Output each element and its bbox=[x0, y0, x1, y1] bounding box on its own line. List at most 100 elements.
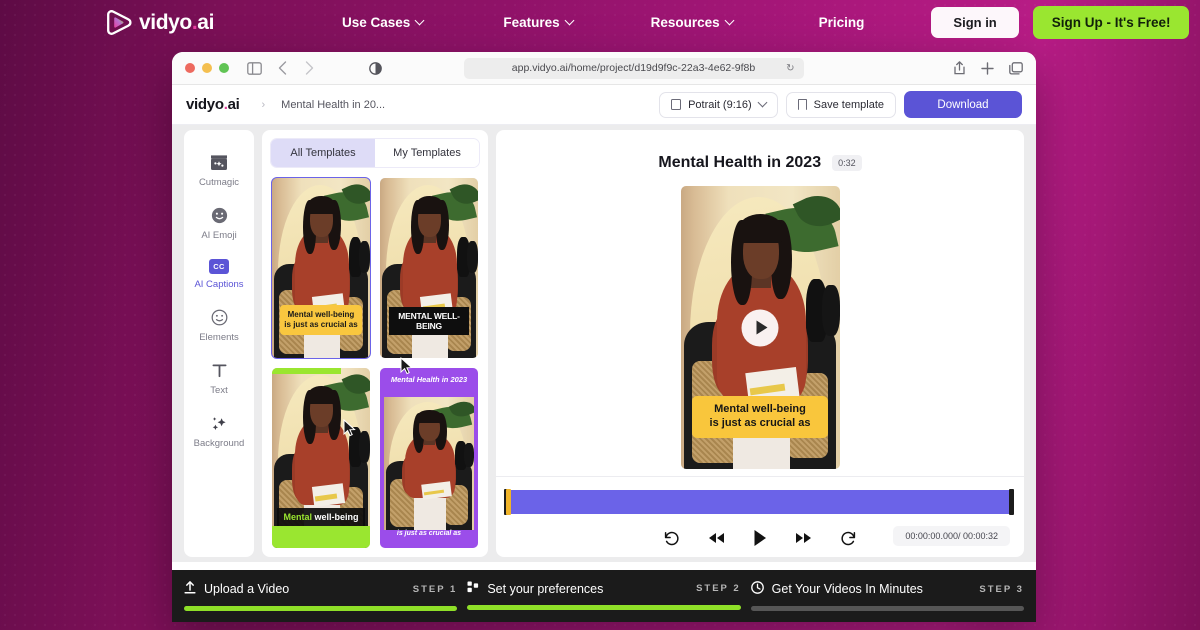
timeline-track[interactable] bbox=[506, 489, 1014, 515]
undo-5s-icon[interactable] bbox=[663, 530, 680, 547]
template-caption-highlight: Mental bbox=[283, 512, 312, 522]
template-card-3[interactable]: Mental well-being bbox=[272, 368, 370, 548]
nav-item-resources[interactable]: Resources bbox=[651, 15, 735, 30]
app-logo[interactable]: vidyo›.ai bbox=[186, 96, 239, 113]
play-button-icon[interactable] bbox=[753, 529, 767, 547]
step-set-your-preferences[interactable]: Set your preferences STEP 2 bbox=[467, 581, 740, 610]
site-top-nav: vidyo..aiai Use Cases Features Resources… bbox=[0, 0, 1200, 45]
tool-label-background: Background bbox=[194, 438, 245, 449]
video-caption: Mental well-being is just as crucial as bbox=[692, 396, 829, 438]
app-header-actions: Potrait (9:16) Save template Download bbox=[659, 91, 1022, 118]
editor-body: Cutmagic AI Emoji CC AI Captions Element… bbox=[172, 125, 1036, 562]
step-2-number: STEP 2 bbox=[696, 583, 741, 594]
aspect-ratio-selector[interactable]: Potrait (9:16) bbox=[659, 92, 778, 118]
save-template-label: Save template bbox=[814, 99, 884, 111]
nav-item-features[interactable]: Features bbox=[503, 15, 574, 30]
play-overlay-button[interactable] bbox=[742, 309, 779, 346]
chevron-down-icon bbox=[566, 17, 575, 26]
steps-progress-bar: Upload a Video STEP 1 Set your preferenc… bbox=[172, 570, 1036, 622]
step-3-progress bbox=[751, 606, 1024, 611]
preview-title-row: Mental Health in 2023 0:32 bbox=[658, 154, 861, 172]
browser-window: app.vidyo.ai/home/project/d19d9f9c-22a3-… bbox=[172, 52, 1036, 622]
play-icon bbox=[756, 321, 767, 335]
new-tab-icon[interactable] bbox=[981, 62, 994, 75]
redo-5s-icon[interactable] bbox=[840, 530, 857, 547]
nav-label-features: Features bbox=[503, 15, 559, 30]
template-card-2[interactable]: MENTAL WELL-BEING bbox=[380, 178, 478, 358]
back-arrow-icon[interactable] bbox=[278, 61, 287, 75]
template-card-1[interactable]: Mental well-being is just as crucial as bbox=[272, 178, 370, 358]
tool-elements[interactable]: Elements bbox=[184, 299, 254, 352]
chevron-down-icon bbox=[757, 98, 767, 108]
tool-label-ai-emoji: AI Emoji bbox=[201, 230, 236, 241]
template-caption: Mental well-being is just as crucial as bbox=[280, 305, 362, 335]
url-bar[interactable]: app.vidyo.ai/home/project/d19d9f9c-22a3-… bbox=[464, 58, 804, 79]
tool-text[interactable]: Text bbox=[184, 352, 254, 405]
share-icon[interactable] bbox=[953, 61, 966, 75]
tab-my-templates[interactable]: My Templates bbox=[375, 139, 479, 167]
nav-item-pricing[interactable]: Pricing bbox=[819, 15, 865, 30]
trim-end-handle[interactable] bbox=[1009, 489, 1014, 515]
close-window-icon[interactable] bbox=[185, 63, 195, 73]
step-1-label: Upload a Video bbox=[204, 582, 289, 596]
site-logo[interactable]: vidyo..aiai bbox=[105, 9, 214, 36]
grid-icon bbox=[467, 581, 479, 596]
site-logo-text: vidyo..aiai bbox=[139, 11, 214, 35]
browser-chrome-bar: app.vidyo.ai/home/project/d19d9f9c-22a3-… bbox=[172, 52, 1036, 85]
template-title: Mental Health in 2023 bbox=[380, 375, 478, 384]
step-get-your-videos[interactable]: Get Your Videos In Minutes STEP 3 bbox=[751, 581, 1024, 611]
url-text: app.vidyo.ai/home/project/d19d9f9c-22a3-… bbox=[512, 62, 755, 74]
rewind-icon[interactable] bbox=[707, 531, 726, 545]
template-bottom-accent-bar bbox=[272, 526, 370, 548]
sign-up-button[interactable]: Sign Up - It's Free! bbox=[1033, 6, 1190, 39]
smiley-outline-icon bbox=[210, 308, 229, 327]
step-1-name: Upload a Video bbox=[184, 581, 289, 597]
reader-contrast-icon[interactable] bbox=[369, 62, 382, 75]
sparkles-icon bbox=[210, 414, 229, 433]
templates-tabs: All Templates My Templates bbox=[270, 138, 480, 168]
playback-controls: 00:00:00.000/ 00:00:32 bbox=[506, 529, 1014, 547]
tool-cutmagic[interactable]: Cutmagic bbox=[184, 144, 254, 197]
window-traffic-lights[interactable] bbox=[185, 63, 229, 73]
breadcrumb-project-name[interactable]: Mental Health in 20... bbox=[281, 99, 385, 111]
tool-background[interactable]: Background bbox=[184, 405, 254, 458]
maximize-window-icon[interactable] bbox=[219, 63, 229, 73]
chevron-down-icon bbox=[416, 17, 425, 26]
clapperboard-icon bbox=[210, 153, 229, 172]
minimize-window-icon[interactable] bbox=[202, 63, 212, 73]
tool-ai-emoji[interactable]: AI Emoji bbox=[184, 197, 254, 250]
text-t-icon bbox=[210, 361, 229, 380]
step-3-name: Get Your Videos In Minutes bbox=[751, 581, 923, 597]
step-upload-a-video[interactable]: Upload a Video STEP 1 bbox=[184, 581, 457, 611]
nav-item-use-cases[interactable]: Use Cases bbox=[342, 15, 425, 30]
duration-badge: 0:32 bbox=[832, 155, 862, 171]
smiley-face-icon bbox=[210, 206, 229, 225]
tab-overview-icon[interactable] bbox=[1009, 62, 1023, 75]
template-card-4[interactable]: Mental Health in 2023 is just as cruc bbox=[380, 368, 478, 548]
timeline-section: 00:00:00.000/ 00:00:32 bbox=[496, 476, 1024, 557]
nav-label-resources: Resources bbox=[651, 15, 720, 30]
download-button[interactable]: Download bbox=[904, 91, 1022, 118]
video-preview[interactable]: Mental well-being is just as crucial as bbox=[681, 186, 840, 469]
preview-panel: Mental Health in 2023 0:32 Mental bbox=[496, 130, 1024, 557]
nav-label-use-cases: Use Cases bbox=[342, 15, 410, 30]
reload-icon[interactable]: ↻ bbox=[786, 63, 794, 74]
save-template-button[interactable]: Save template bbox=[786, 92, 896, 118]
tool-ai-captions[interactable]: CC AI Captions bbox=[184, 250, 254, 299]
forward-arrow-icon[interactable] bbox=[305, 61, 314, 75]
fast-forward-icon[interactable] bbox=[794, 531, 813, 545]
address-bar-area: app.vidyo.ai/home/project/d19d9f9c-22a3-… bbox=[314, 58, 953, 79]
sidebar-toggle-icon[interactable] bbox=[247, 62, 262, 75]
video-caption-line1: Mental well-being bbox=[697, 403, 824, 417]
chevron-down-icon bbox=[726, 17, 735, 26]
site-nav-links: Use Cases Features Resources Pricing Sig… bbox=[342, 6, 1189, 39]
tab-all-templates[interactable]: All Templates bbox=[271, 139, 375, 167]
step-2-progress bbox=[467, 605, 740, 610]
sign-in-button[interactable]: Sign in bbox=[931, 7, 1018, 38]
bookmark-icon bbox=[798, 99, 807, 110]
template-top-accent-bar bbox=[272, 368, 341, 374]
browser-chrome-actions bbox=[953, 61, 1023, 75]
portrait-frame-icon bbox=[671, 99, 681, 110]
timecode-display: 00:00:00.000/ 00:00:32 bbox=[893, 526, 1010, 546]
timeline-progress-bar[interactable] bbox=[511, 490, 1009, 514]
